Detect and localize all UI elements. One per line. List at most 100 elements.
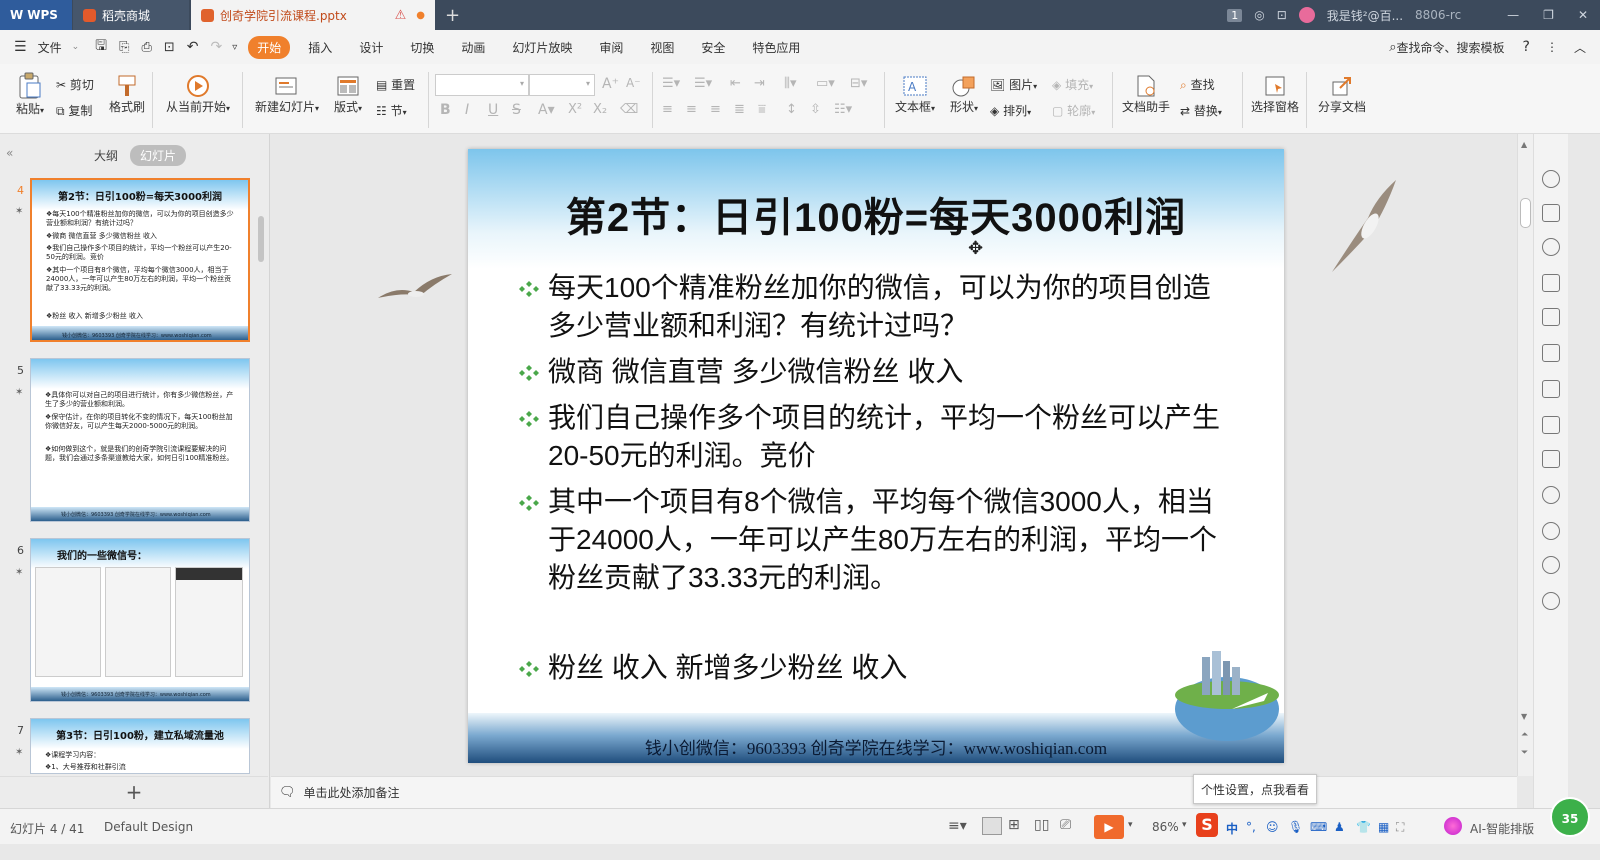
slide-thumbnail-4[interactable]: 第2节：日引100粉=每天3000利润 ❖每天100个精准粉丝加你的微信，可以为… (30, 178, 250, 342)
warning-icon[interactable]: ⚠ (395, 8, 407, 23)
slide-footer[interactable]: 钱小创微信：9603393 创奇学院在线学习：www.woshiqian.com (468, 734, 1284, 759)
tab-document[interactable]: 创奇学院引流课程.pptx ⚠ ● (191, 0, 435, 30)
align-left-icon[interactable]: ≡ (662, 102, 673, 117)
slide-bullet[interactable]: 微商 微信直营 多少微信粉丝 收入 (518, 353, 1238, 391)
tab-docer-store[interactable]: 稻壳商城 (73, 0, 189, 30)
theme-name[interactable]: Default Design (104, 820, 193, 834)
outline-button[interactable]: ▢ 轮廓▾ (1052, 102, 1095, 119)
from-current-button[interactable]: 从当前开始▾ (162, 74, 234, 115)
save-icon[interactable]: 🖫 (95, 35, 107, 59)
command-search[interactable]: 查找命令、搜索模板 (1397, 39, 1505, 56)
export-icon[interactable]: ⎘ (119, 40, 129, 55)
add-slide-button[interactable]: + (0, 776, 268, 808)
grow-font-icon[interactable]: A⁺ (602, 76, 619, 92)
menu-transition[interactable]: 切换 (401, 36, 443, 59)
justify-icon[interactable]: ≣ (734, 102, 745, 117)
notification-badge[interactable]: 35 (1550, 797, 1590, 837)
skin-icon[interactable]: ⊡ (1277, 8, 1287, 22)
underline-icon[interactable]: U (488, 102, 498, 118)
section-button[interactable]: ☷ 节▾ (376, 102, 407, 119)
audio-icon[interactable] (1542, 486, 1560, 504)
textbox-button[interactable]: A 文本框▾ (892, 74, 938, 115)
slide-bullet[interactable]: 我们自己操作多个项目的统计，平均一个粉丝可以产生20-50元的利润。竞价 (518, 399, 1238, 475)
prev-slide-icon[interactable]: ⏶ (1521, 730, 1528, 740)
restore-icon[interactable]: ❐ (1543, 8, 1554, 22)
tab-wps[interactable]: W WPS (0, 0, 72, 30)
ai-ball-icon[interactable] (1444, 817, 1462, 835)
doc-assistant-button[interactable]: 文档助手 (1120, 74, 1172, 115)
preview-icon[interactable]: ⊡ (164, 40, 175, 55)
shapes-icon[interactable] (1542, 238, 1560, 256)
decrease-indent-icon[interactable]: ⇤ (730, 76, 741, 91)
italic-icon[interactable]: I (465, 102, 469, 118)
close-icon[interactable]: ✕ (1578, 8, 1588, 22)
thumb-scrollbar[interactable] (258, 216, 264, 262)
next-slide-icon[interactable]: ⏷ (1521, 748, 1528, 758)
sogou-ime-icon[interactable]: S (1196, 813, 1218, 837)
shape-button[interactable]: 形状▾ (944, 74, 984, 115)
modified-dot-icon[interactable]: ● (416, 10, 425, 21)
collapse-ribbon-icon[interactable]: ︿ (1574, 39, 1586, 56)
layout-button[interactable]: 版式▾ (330, 74, 366, 115)
presenter-view-icon[interactable]: ⎚ (1060, 817, 1071, 833)
keyboard-icon[interactable]: ⌨ (1310, 820, 1327, 834)
scroll-down-icon[interactable]: ▼ (1521, 712, 1527, 721)
menu-view[interactable]: 视图 (641, 36, 683, 59)
picture-button[interactable]: 🖼 图片▾ (990, 76, 1037, 93)
copy-button[interactable]: ⧉ 复制 (56, 102, 92, 119)
settings-icon[interactable] (1542, 308, 1560, 326)
slide-bullet[interactable]: 粉丝 收入 新增多少粉丝 收入 (518, 649, 1238, 687)
slide-thumbnail-6[interactable]: 我们的一些微信号： 钱小创微信：9603393 创奇学院在线学习：www.wos… (30, 538, 250, 702)
arrange-button[interactable]: ◈ 排列▾ (990, 102, 1031, 119)
clear-format-icon[interactable]: ⌫ (620, 102, 638, 117)
slide-title[interactable]: 第2节：日引100粉=每天3000利润 (468, 185, 1284, 243)
notes-pane[interactable]: 🗨 单击此处添加备注 (271, 776, 1517, 808)
font-size-select[interactable]: ▾ (529, 74, 595, 96)
align-center-icon[interactable]: ≡ (686, 102, 697, 117)
distribute-icon[interactable]: ⩸ (758, 102, 766, 117)
wand-icon[interactable] (1542, 170, 1560, 188)
help-side-icon[interactable] (1542, 592, 1560, 610)
user-name[interactable]: 我是钱²@百... (1327, 7, 1403, 24)
punctuation-icon[interactable]: °, (1246, 820, 1256, 834)
tab-slides[interactable]: 幻灯片 (130, 145, 187, 166)
undo-icon[interactable]: ↶ (187, 39, 199, 55)
cut-button[interactable]: ✂ 剪切 (56, 76, 94, 93)
fill-button[interactable]: ◈ 填充▾ (1052, 76, 1093, 93)
scroll-thumb[interactable] (1520, 198, 1531, 228)
font-color-icon[interactable]: A▾ (538, 102, 555, 118)
history-icon[interactable] (1542, 556, 1560, 574)
find-button[interactable]: ⌕ 查找 (1180, 76, 1215, 93)
hamburger-icon[interactable]: ☰ (14, 39, 27, 55)
select-pane-button[interactable]: 选择窗格 (1250, 74, 1300, 115)
ai-layout-button[interactable]: AI-智能排版 (1470, 820, 1534, 837)
redo-icon[interactable]: ↷ (211, 39, 223, 55)
reading-view-icon[interactable]: ▯▯ (1034, 817, 1049, 833)
menu-security[interactable]: 安全 (692, 36, 734, 59)
align-right-icon[interactable]: ≡ (710, 102, 721, 117)
strikethrough-icon[interactable]: S (512, 102, 521, 118)
replace-button[interactable]: ⇄ 替换▾ (1180, 102, 1222, 119)
superscript-icon[interactable]: X² (568, 102, 582, 117)
slide-thumbnail-5[interactable]: ❖具体你可以对自己的项目进行统计，你有多少微信粉丝，产生了多少的营业额和利润。 … (30, 358, 250, 522)
notes-toggle-icon[interactable]: ≡▾ (948, 818, 967, 834)
print-icon[interactable]: ⎙ (141, 40, 151, 55)
menu-design[interactable]: 设计 (350, 36, 392, 59)
bold-icon[interactable]: B (440, 102, 451, 118)
voice-icon[interactable]: 🎙 (1288, 820, 1303, 834)
slide-bullet[interactable]: 每天100个精准粉丝加你的微信，可以为你的项目创造多少营业额和利润？有统计过吗？ (518, 269, 1238, 345)
skin-shirt-icon[interactable]: 👕 (1356, 820, 1371, 834)
shrink-font-icon[interactable]: A⁻ (626, 76, 641, 90)
collapse-panel-icon[interactable]: « (6, 146, 13, 160)
slide-bullet[interactable]: 其中一个项目有8个微信，平均每个微信3000人，相当于24000人，一年可以产生… (518, 483, 1238, 597)
avatar[interactable] (1298, 7, 1315, 23)
increase-indent-icon[interactable]: ⇥ (754, 76, 765, 91)
tab-outline[interactable]: 大纲 (94, 147, 118, 164)
window-count-badge[interactable]: 1 (1227, 8, 1243, 22)
menu-slideshow[interactable]: 幻灯片放映 (503, 36, 581, 59)
menu-insert[interactable]: 插入 (299, 36, 341, 59)
numbered-list-icon[interactable]: ☰▾ (694, 76, 712, 91)
columns-icon[interactable]: ☷▾ (834, 102, 852, 117)
user-center-icon[interactable]: ♟ (1334, 820, 1345, 834)
text-direction-icon[interactable]: ⫼▾ (784, 76, 797, 91)
